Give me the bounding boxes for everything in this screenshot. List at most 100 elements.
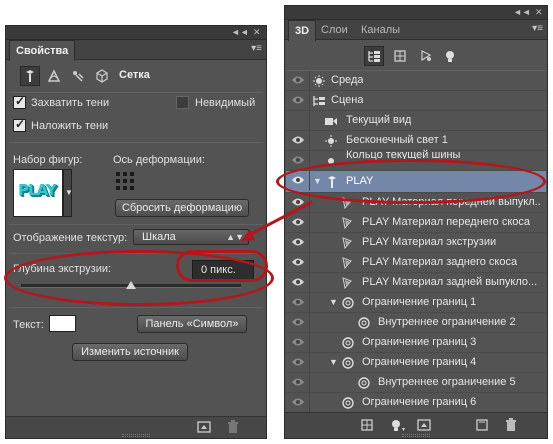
invisible-checkbox[interactable] (176, 96, 189, 109)
new-layer-icon (476, 419, 488, 431)
render-3d-button[interactable] (417, 418, 431, 432)
properties-tabbar: Свойства ▾≡ (6, 40, 266, 61)
visibility-toggle[interactable] (286, 131, 310, 151)
layer-label: PLAY Материал переднего скоса (362, 216, 531, 228)
text-color-swatch[interactable] (49, 315, 76, 332)
visibility-toggle[interactable] (286, 353, 310, 373)
shape-preset-dropdown[interactable]: ▼ (63, 169, 73, 217)
visibility-toggle[interactable] (286, 233, 310, 253)
layer-row-inner-constraint-2[interactable]: Внутреннее ограничение 2 (286, 313, 546, 333)
expand-triangle-icon[interactable]: ▼ (329, 297, 338, 307)
layer-label: PLAY Материал задней выпукло... (362, 276, 538, 288)
filter-whole-scene-button[interactable] (364, 46, 384, 66)
render-button[interactable] (197, 420, 213, 436)
filter-materials-button[interactable] (416, 46, 436, 66)
visibility-toggle[interactable] (286, 373, 310, 393)
layer-label: Ограничение границ 6 (362, 396, 477, 408)
scene-tree: Среда Сцена Текущий вид Бесконечный свет… (286, 71, 546, 413)
material-icon (342, 277, 352, 290)
capture-shadows-label: Захватить тени (31, 97, 110, 109)
scene-tree-icon (368, 51, 380, 62)
visibility-toggle[interactable] (286, 193, 310, 213)
collapse-panel-button[interactable]: ◄◄ (231, 27, 249, 37)
new-layer-button[interactable] (475, 418, 489, 432)
checkbox-divider (9, 142, 263, 143)
visibility-toggle[interactable] (286, 273, 310, 293)
filter-lights-button[interactable] (440, 46, 460, 66)
texture-mapping-select[interactable]: Шкала ▲▼ (133, 229, 249, 245)
texture-mapping-value: Шкала (142, 231, 176, 243)
layer-row-material-back-inflation[interactable]: PLAY Материал задней выпукло... (286, 273, 546, 293)
shape-preset-label: Набор фигур: (13, 154, 83, 166)
bulb-icon (446, 51, 454, 62)
tab-3d[interactable]: 3D (288, 20, 317, 41)
reset-deformation-button[interactable]: Сбросить деформацию (115, 199, 249, 217)
layer-row-constraint-1[interactable]: ▼ Ограничение границ 1 (286, 293, 546, 313)
layer-row-constraint-6[interactable]: Ограничение границ 6 (286, 393, 546, 413)
highlight-oval-play-layer (276, 159, 546, 204)
capture-shadows-checkbox[interactable] (13, 94, 26, 109)
layer-row-environment[interactable]: Среда (286, 71, 546, 91)
filter-meshes-button[interactable] (390, 46, 410, 66)
character-panel-button[interactable]: Панель «Символ» (137, 315, 247, 333)
resize-grip[interactable] (402, 434, 430, 437)
layer-row-material-front-bevel[interactable]: PLAY Материал переднего скоса (286, 213, 546, 233)
tab-channels[interactable]: Каналы (355, 20, 406, 40)
edit-source-button[interactable]: Изменить источник (72, 343, 188, 361)
visibility-toggle[interactable] (286, 393, 310, 413)
tab-layers[interactable]: Слои (315, 20, 354, 40)
camera-icon (325, 118, 337, 125)
visibility-toggle[interactable] (286, 253, 310, 273)
eye-icon (292, 156, 304, 164)
properties-bottom-bar (6, 416, 266, 438)
visibility-toggle[interactable] (286, 333, 310, 353)
close-3d-panel-button[interactable]: ✕ (535, 7, 543, 18)
eye-icon (292, 398, 304, 406)
eye-icon (292, 378, 304, 386)
close-panel-button[interactable]: ✕ (253, 27, 261, 38)
text-label: Текст: (13, 319, 44, 331)
panel-menu-icon[interactable]: ▾≡ (251, 43, 262, 54)
shape-preset-thumbnail[interactable]: PLAY (13, 169, 63, 217)
delete-3d-button[interactable] (504, 418, 518, 432)
mesh-filter-button[interactable] (20, 66, 40, 86)
deform-axis-grid[interactable] (116, 172, 134, 190)
eye-icon (292, 76, 304, 84)
chevron-down-icon: ▼ (65, 188, 73, 197)
layer-row-constraint-4[interactable]: ▼ Ограничение границ 4 (286, 353, 546, 373)
constraint-icon (358, 377, 370, 389)
layer-row-constraint-3[interactable]: Ограничение границ 3 (286, 333, 546, 353)
visibility-toggle[interactable] (286, 313, 310, 333)
deform-filter-button[interactable] (44, 66, 64, 86)
3d-panel-menu-icon[interactable]: ▾≡ (532, 23, 543, 34)
coordinates-filter-button[interactable] (92, 66, 112, 86)
material-icon (342, 257, 352, 270)
add-light-button[interactable] (389, 418, 407, 432)
tab-properties[interactable]: Свойства (9, 40, 76, 61)
resize-grip[interactable] (122, 434, 150, 437)
invisible-label: Невидимый (195, 97, 256, 109)
visibility-toggle[interactable] (286, 71, 310, 91)
header-divider (9, 92, 263, 93)
cap-filter-button[interactable] (68, 66, 88, 86)
visibility-toggle[interactable] (286, 111, 310, 131)
layer-label: PLAY Материал заднего скоса (362, 256, 518, 268)
visibility-toggle[interactable] (286, 293, 310, 313)
cast-shadows-checkbox[interactable] (13, 117, 26, 132)
layer-row-scene[interactable]: Сцена (286, 91, 546, 111)
properties-panel: ◄◄ ✕ Свойства ▾≡ Сетка Захватить тени Не… (5, 25, 267, 439)
layer-row-material-extrusion[interactable]: PLAY Материал экструзии (286, 233, 546, 253)
layer-row-current-view[interactable]: Текущий вид (286, 111, 546, 131)
scene-icon (313, 96, 325, 106)
visibility-toggle[interactable] (286, 213, 310, 233)
layer-row-infinite-light[interactable]: Бесконечный свет 1 (286, 131, 546, 151)
eye-icon (292, 136, 304, 144)
layer-row-material-back-bevel[interactable]: PLAY Материал заднего скоса (286, 253, 546, 273)
add-mesh-button[interactable] (360, 418, 374, 432)
collapse-3d-panel-button[interactable]: ◄◄ (513, 7, 531, 17)
visibility-toggle[interactable] (286, 91, 310, 111)
delete-button[interactable] (226, 420, 242, 436)
deform-icon (47, 69, 61, 82)
expand-triangle-icon[interactable]: ▼ (329, 357, 338, 367)
layer-row-inner-constraint-5[interactable]: Внутреннее ограничение 5 (286, 373, 546, 393)
